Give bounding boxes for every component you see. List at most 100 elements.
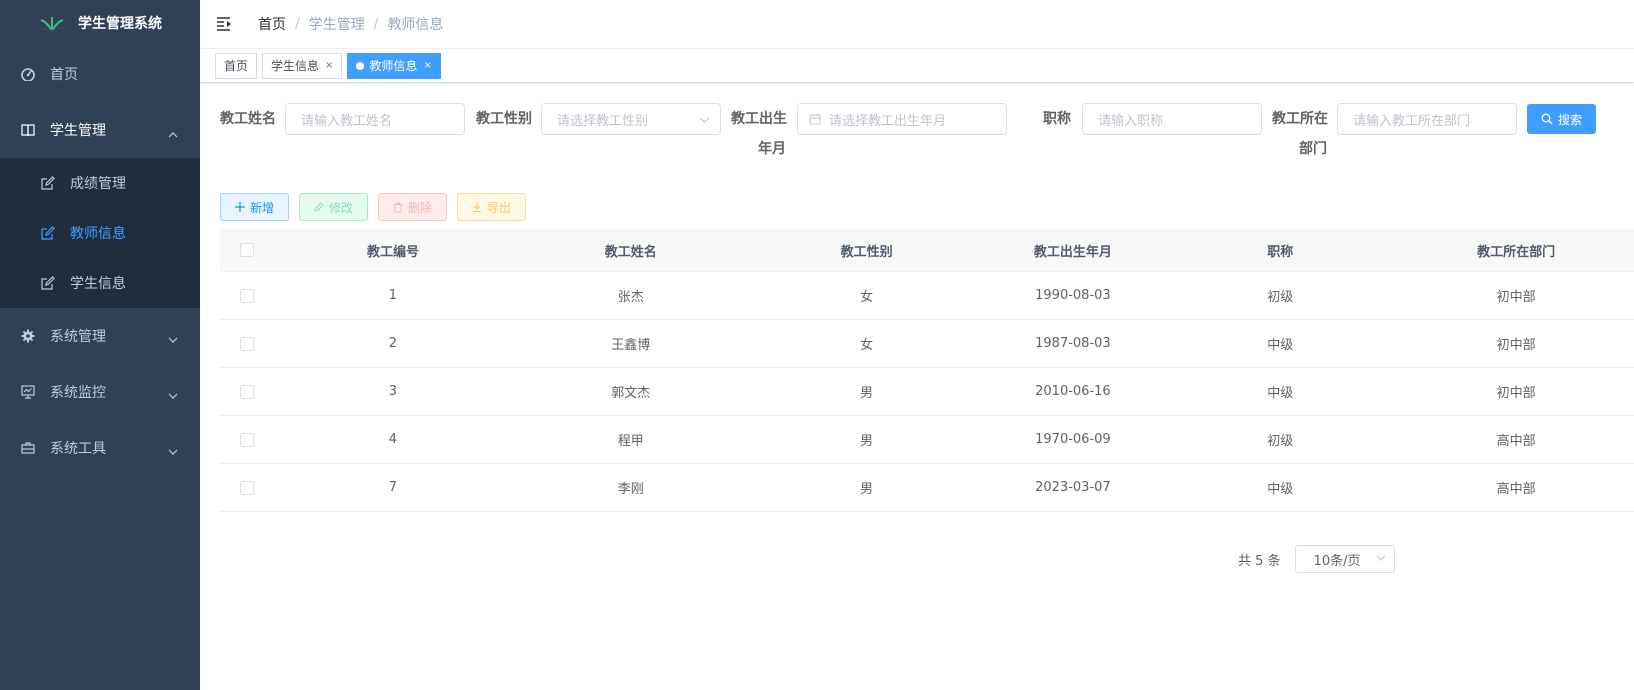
- row-select-cell: [220, 336, 274, 351]
- navbar: 首页 / 学生管理 / 教师信息: [200, 0, 1634, 49]
- add-button[interactable]: 新增: [220, 193, 290, 221]
- table-cell: 女: [860, 338, 874, 353]
- sidebar-item-teacher-info[interactable]: 教师信息: [0, 208, 200, 258]
- export-button[interactable]: 导出: [457, 193, 527, 221]
- table-row[interactable]: 1 张杰 女 1990-08-03 初级 初中部: [220, 272, 1634, 320]
- tag-student-info[interactable]: 学生信息 ×: [262, 52, 343, 79]
- tag-home[interactable]: 首页: [215, 52, 258, 79]
- teacher-gender-select[interactable]: 请选择教工性别: [541, 103, 721, 135]
- tag-teacher-info[interactable]: 教师信息 ×: [347, 52, 441, 79]
- close-icon[interactable]: ×: [325, 54, 333, 78]
- teacher-dept-input[interactable]: 请输入教工所在部门: [1337, 103, 1517, 135]
- edit-button[interactable]: 修改: [299, 193, 369, 221]
- page-size-select[interactable]: 10条/页: [1294, 545, 1395, 573]
- table-cell: 1: [388, 288, 398, 303]
- table-cell: 4: [388, 432, 398, 447]
- chevron-down-icon: [168, 388, 178, 404]
- delete-button[interactable]: 删除: [378, 193, 448, 221]
- table-cell: 2010-06-16: [1035, 384, 1111, 399]
- sidebar-item-system-tools[interactable]: 系统工具: [0, 420, 200, 476]
- breadcrumb-separator: /: [295, 16, 300, 32]
- sidebar-item-label: 系统工具: [50, 441, 106, 457]
- breadcrumb-item-teacher-info: 教师信息: [387, 17, 444, 33]
- row-checkbox[interactable]: [240, 336, 255, 351]
- table-cell: 2023-03-07: [1035, 480, 1111, 495]
- table-cell: 中级: [1267, 386, 1294, 401]
- teacher-birth-date-picker[interactable]: 请选择教工出生年月: [797, 103, 1007, 135]
- column-header: 职称: [1267, 244, 1294, 260]
- edit-icon: [314, 202, 329, 212]
- teacher-name-placeholder: 请输入教工姓名: [301, 113, 393, 129]
- row-select-cell: [220, 384, 274, 399]
- table-row[interactable]: 7 李刚 男 2023-03-07 中级 高中部: [220, 464, 1634, 512]
- job-title-placeholder: 请输入职称: [1098, 113, 1164, 129]
- table-header: 教工编号 教工姓名 教工性别 教工出生年月 职称 教工所在部门: [220, 229, 1634, 272]
- table-cell: 李刚: [617, 482, 644, 497]
- table-row[interactable]: 2 王鑫博 女 1987-08-03 中级 初中部: [220, 320, 1634, 368]
- row-checkbox[interactable]: [240, 480, 255, 495]
- active-dot-icon: [356, 61, 365, 70]
- table-cell: 女: [860, 290, 874, 305]
- sidebar-item-label: 学生信息: [70, 276, 126, 292]
- teacher-name-label: 教工姓名: [220, 111, 276, 127]
- table-cell: 张杰: [617, 290, 644, 305]
- teacher-dept-placeholder: 请输入教工所在部门: [1353, 113, 1471, 129]
- teacher-birth-placeholder: 请选择教工出生年月: [829, 113, 947, 129]
- tag-label: 首页: [224, 58, 249, 73]
- job-title-input[interactable]: 请输入职称: [1082, 103, 1262, 135]
- sidebar-item-home[interactable]: 首页: [0, 46, 200, 102]
- close-icon[interactable]: ×: [423, 54, 431, 78]
- edit-icon: [40, 175, 56, 191]
- search-button[interactable]: 搜索: [1527, 104, 1597, 134]
- table-cell: 中级: [1267, 338, 1294, 353]
- table-cell: 1987-08-03: [1035, 336, 1111, 351]
- table-cell: 1970-06-09: [1035, 432, 1111, 447]
- column-header: 教工性别: [840, 244, 893, 260]
- gear-icon: [20, 328, 36, 344]
- hamburger-icon[interactable]: [216, 15, 234, 33]
- tag-label: 学生信息: [271, 58, 320, 73]
- table-cell: 高中部: [1496, 482, 1536, 497]
- table-cell: 男: [860, 434, 874, 449]
- sidebar-item-system-management[interactable]: 系统管理: [0, 308, 200, 364]
- search-form: 教工姓名 请输入教工姓名 教工性别 请选择教工性别 教工出生 年月 请选择教工出…: [220, 103, 1634, 193]
- job-title-label: 职称: [1043, 111, 1071, 127]
- select-all-checkbox[interactable]: [240, 243, 255, 257]
- sidebar-item-grades[interactable]: 成绩管理: [0, 158, 200, 208]
- table-cell: 1990-08-03: [1035, 288, 1111, 303]
- row-checkbox[interactable]: [240, 432, 255, 447]
- sidebar-item-label: 首页: [50, 67, 78, 83]
- app-root: 学生管理系统 首页 学生管理 成绩管理 教师信息 学生信息 系统管理 系统监控 …: [0, 0, 1634, 690]
- table-cell: 3: [388, 384, 398, 399]
- breadcrumb-separator: /: [373, 16, 379, 32]
- table-row[interactable]: 3 郭文杰 男 2010-06-16 中级 初中部: [220, 368, 1634, 416]
- tag-label: 教师信息: [369, 58, 418, 73]
- table-cell: 初级: [1267, 290, 1294, 305]
- column-header: 教工姓名: [604, 244, 657, 260]
- teacher-dept-label-line2: 部门: [1299, 141, 1327, 157]
- sidebar: 学生管理系统 首页 学生管理 成绩管理 教师信息 学生信息 系统管理 系统监控 …: [0, 0, 200, 690]
- table-cell: 男: [860, 386, 874, 401]
- teacher-name-input[interactable]: 请输入教工姓名: [285, 103, 465, 135]
- toolbar: 新增 修改 删除 导出: [220, 193, 1634, 221]
- toolbox-icon: [20, 440, 36, 456]
- table-row[interactable]: 4 程甲 男 1970-06-09 初级 高中部: [220, 416, 1634, 464]
- logo[interactable]: 学生管理系统: [0, 0, 200, 46]
- table-cell: 7: [388, 480, 398, 495]
- sidebar-item-student-info[interactable]: 学生信息: [0, 258, 200, 308]
- row-checkbox[interactable]: [240, 384, 255, 399]
- teacher-dept-label-line1: 教工所在: [1272, 111, 1328, 127]
- table-cell: 初中部: [1496, 338, 1536, 353]
- submenu-student-management: 成绩管理 教师信息 学生信息: [0, 158, 200, 308]
- row-checkbox[interactable]: [240, 288, 255, 303]
- breadcrumb-item-home[interactable]: 首页: [258, 14, 286, 34]
- sidebar-item-label: 学生管理: [50, 123, 106, 139]
- plus-icon: [235, 202, 250, 212]
- sidebar-item-student-management[interactable]: 学生管理: [0, 102, 200, 158]
- table-cell: 中级: [1267, 482, 1294, 497]
- book-icon: [20, 122, 36, 138]
- sidebar-item-label: 系统监控: [50, 385, 106, 401]
- app-title: 学生管理系统: [78, 16, 162, 32]
- sidebar-item-system-monitor[interactable]: 系统监控: [0, 364, 200, 420]
- main-container: 首页 / 学生管理 / 教师信息 首页 学生信息 × 教师信息 × 教工姓名 请…: [200, 0, 1634, 690]
